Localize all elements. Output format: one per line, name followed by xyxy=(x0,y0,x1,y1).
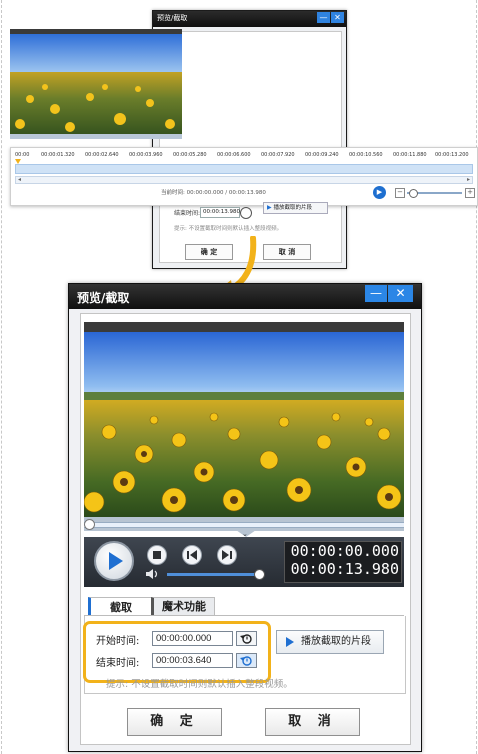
small-play-segment-button[interactable]: ▶ 播放截取的片段 xyxy=(263,202,328,214)
volume-icon[interactable] xyxy=(146,569,160,579)
next-frame-button[interactable] xyxy=(217,545,237,565)
tick-label: 00:00:03.960 xyxy=(129,152,163,158)
tick-label: 00:00:02.640 xyxy=(85,152,119,158)
tick-label: 00:00:05.280 xyxy=(173,152,207,158)
play-segment-button[interactable]: 播放截取的片段 xyxy=(276,630,384,654)
small-tip-text: 提示: 不设置截取时间则默认插入整段视频。 xyxy=(174,226,283,232)
tick-label: 00:00:10.560 xyxy=(349,152,383,158)
seek-knob[interactable] xyxy=(84,519,95,530)
timeline-scrollbar[interactable]: ◂ ▸ xyxy=(15,176,473,184)
video-preview xyxy=(84,322,404,517)
close-button[interactable]: ✕ xyxy=(388,285,413,302)
main-dialog-title: 预览/截取 xyxy=(77,291,130,305)
play-segment-label: 播放截取的片段 xyxy=(301,636,371,647)
volume-slider-knob[interactable] xyxy=(254,569,265,580)
play-icon xyxy=(109,552,123,570)
current-time-readout: 当前时间: 00:00:00.000 / 00:00:13.980 xyxy=(161,190,266,196)
highlight-box xyxy=(83,621,271,683)
minimize-button[interactable]: — xyxy=(365,285,387,302)
timeline-track[interactable] xyxy=(15,164,473,174)
small-dialog-title: 预览/截取 xyxy=(157,14,188,22)
small-reset-icon[interactable] xyxy=(240,207,252,219)
small-minimize-button[interactable]: — xyxy=(317,12,330,23)
timeline-ruler: 00:00 00:00:01.320 00:00:02.640 00:00:03… xyxy=(15,152,475,162)
timeline-panel: 00:00 00:00:01.320 00:00:02.640 00:00:03… xyxy=(10,147,478,206)
tick-label: 00:00:13.200 xyxy=(435,152,469,158)
scroll-left-icon[interactable]: ◂ xyxy=(18,176,21,183)
zoom-in-button[interactable]: + xyxy=(465,188,475,198)
small-end-input[interactable]: 00:00:13.980 xyxy=(200,207,240,218)
ok-button[interactable]: 确 定 xyxy=(127,708,222,736)
prev-frame-icon xyxy=(187,550,197,560)
play-icon xyxy=(286,637,294,647)
tick-label: 00:00 xyxy=(15,152,30,158)
prev-frame-button[interactable] xyxy=(182,545,202,565)
tab-magic[interactable]: 魔术功能 xyxy=(151,597,215,617)
timecode-current: 00:00:00.000 xyxy=(290,542,399,560)
stop-button[interactable] xyxy=(147,545,167,565)
main-title-bar[interactable]: 预览/截取 — ✕ xyxy=(69,284,421,309)
zoom-slider-knob[interactable] xyxy=(409,189,418,198)
seek-track[interactable] xyxy=(84,522,404,528)
tip-text: 提示: 不设置截取时间则默认插入整段视频。 xyxy=(106,679,293,690)
small-end-label: 结束时间: xyxy=(174,210,201,217)
timeline-play-button[interactable]: ▶ xyxy=(373,186,386,199)
tick-label: 00:00:07.920 xyxy=(261,152,295,158)
tick-label: 00:00:06.600 xyxy=(217,152,251,158)
next-frame-icon xyxy=(222,550,232,560)
small-title-bar: 预览/截取 — ✕ xyxy=(153,11,346,27)
timecode-display: 00:00:00.000 00:00:13.980 xyxy=(284,541,402,583)
play-button[interactable] xyxy=(94,541,134,581)
tick-label: 00:00:09.240 xyxy=(305,152,339,158)
scroll-right-icon[interactable]: ▸ xyxy=(467,176,470,183)
cancel-button[interactable]: 取 消 xyxy=(265,708,360,736)
timecode-total: 00:00:13.980 xyxy=(290,560,399,578)
zoom-out-button[interactable]: − xyxy=(395,188,405,198)
small-video-preview xyxy=(10,29,182,139)
tab-trim[interactable]: 截取 xyxy=(88,597,152,617)
stop-icon xyxy=(153,551,161,559)
small-play-segment-label: 播放截取的片段 xyxy=(273,205,313,211)
tick-label: 00:00:01.320 xyxy=(41,152,75,158)
small-close-button[interactable]: ✕ xyxy=(331,12,344,23)
volume-slider-track[interactable] xyxy=(167,573,259,576)
tick-label: 00:00:11.880 xyxy=(393,152,427,158)
